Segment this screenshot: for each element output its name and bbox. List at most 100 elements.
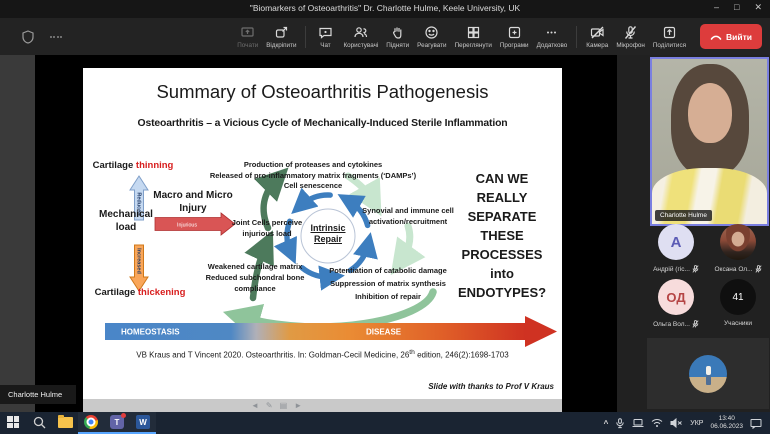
participant-tile[interactable]: А Андрій (гіс... [653,224,699,273]
next-slide-icon: ► [294,401,302,411]
macro-micro-injury-label: Macro and MicroInjury [147,189,239,215]
slide-citation: VB Kraus and T Vincent 2020. Osteoarthri… [83,349,562,360]
meeting-main-area: Reduced Increased Injurious [0,55,770,412]
chat-button[interactable]: Чат [311,25,339,49]
shared-screen-area: Reduced Increased Injurious [35,55,617,412]
participants-button[interactable]: Користувачі [339,25,382,49]
camera-off-icon [590,25,605,40]
pen-tool-icon: ✎ [266,401,273,411]
catabolic-damage-label: Potentiation of catabolic damage Suppres… [325,264,451,303]
action-center-icon[interactable] [750,418,762,429]
tray-mic-icon[interactable] [615,418,625,429]
participant-name: Учасники [724,320,752,327]
presentation-slide: Reduced Increased Injurious [83,68,562,399]
camera-button[interactable]: Камера [582,25,612,49]
react-button[interactable]: Реагувати [413,25,450,49]
windows-taskbar: T W ^ УКР 13:40 06.06.2023 [0,412,770,434]
increased-load-arrow: Increased [130,245,148,291]
chat-icon [318,25,333,40]
tray-wifi-icon[interactable] [651,418,663,428]
svg-text:Increased: Increased [136,248,142,274]
popout-icon [274,25,289,40]
participant-tile[interactable]: ОД Ольга Вол... [653,279,699,328]
svg-text:Injurious: Injurious [177,223,197,229]
word-button[interactable]: W [130,412,156,434]
share-up-icon [662,25,677,40]
participant-list: А Андрій (гіс... Оксана Ол... ОД Ольга В… [645,224,770,328]
participants-sidebar: Charlotte Hulme А Андрій (гіс... Оксана … [617,55,770,412]
minimize-icon[interactable]: – [714,2,719,13]
windows-logo-icon [7,416,19,428]
share-button[interactable]: Поділитися [649,25,690,49]
participant-video-tile[interactable] [647,338,769,409]
mic-off-icon [623,25,638,40]
close-icon[interactable]: ✕ [754,2,762,13]
language-indicator[interactable]: УКР [690,420,703,427]
teams-button[interactable]: T [104,412,130,434]
tray-volume-muted-icon[interactable] [670,418,683,428]
connection-indicator-icon [50,36,62,38]
avatar-photo [689,355,727,393]
participants-count-badge: 41 [720,279,756,315]
mic-button[interactable]: Мікрофон [612,25,649,49]
word-icon: W [136,415,150,429]
meeting-toolbar: Почати Відкріпити Чат Користувачі Піднят… [0,18,770,55]
participants-count-tile[interactable]: 41 Учасники [720,279,756,328]
mic-muted-icon [692,320,699,328]
window-title: "Biomarkers of Osteoarthritis" Dr. Charl… [0,3,770,13]
view-button[interactable]: Переглянути [451,25,496,49]
slide-subtitle: Osteoarthritis – a Vicious Cycle of Mech… [83,118,562,129]
raise-hand-button[interactable]: Підняти [382,25,413,49]
grid-view-icon [466,25,481,40]
folder-icon [58,417,73,428]
mic-muted-icon [755,265,762,273]
cycle-arrow-synovial-to-potentiation [401,226,410,261]
speaker-face [688,83,732,143]
more-button[interactable]: Додатково [533,25,572,49]
window-titlebar: "Biomarkers of Osteoarthritis" Dr. Charl… [0,0,770,18]
unpin-button[interactable]: Відкріпити [262,25,300,49]
avatar: ОД [658,279,694,315]
prev-slide-icon: ◄ [251,401,259,411]
presenter-name-overlay: Charlotte Hulme [0,385,76,404]
search-icon [33,416,46,429]
tray-expand-icon[interactable]: ^ [604,419,609,428]
injurious-arrow: Injurious [155,213,235,235]
tray-laptop-icon[interactable] [632,418,644,428]
search-button[interactable] [26,412,52,434]
maximize-icon[interactable]: □ [734,2,739,13]
avatar-photo [720,224,756,260]
chrome-button[interactable] [78,412,104,434]
raise-hand-icon [390,25,405,40]
clock[interactable]: 13:40 06.06.2023 [710,415,743,431]
avatar: А [658,224,694,260]
shield-icon[interactable] [22,30,34,44]
cartilage-thinning-label: Cartilage thinning [85,160,181,171]
leave-meeting-button[interactable]: Вийти [700,24,762,49]
apps-button[interactable]: Програми [496,25,533,49]
svg-text:HOMEOSTASIS: HOMEOSTASIS [121,328,180,337]
participant-name: Андрій (гіс... [653,266,690,273]
cartilage-thickening-label: Cartilage thickening [85,287,195,298]
participant-tile[interactable]: Оксана Ол... [714,224,761,273]
joint-cells-label: Joint Cells perceiveinjurious load [229,218,305,239]
left-gutter [0,55,35,412]
apps-plus-icon [507,25,522,40]
production-label: Production of proteases and cytokines Re… [193,160,433,192]
weakened-matrix-label: Weakened cartilage matrix Reduced subcho… [195,261,315,294]
speaker-video-tile[interactable]: Charlotte Hulme [650,57,769,226]
smiley-icon [424,25,439,40]
svg-text:DISEASE: DISEASE [366,328,402,337]
start-button[interactable] [0,412,26,434]
participant-name: Оксана Ол... [714,266,752,273]
slide-title: Summary of Osteoarthritis Pathogenesis [83,81,562,103]
toolbar-separator [576,26,577,48]
time: 13:40 [710,415,743,423]
toolbar-separator [305,26,306,48]
teams-icon: T [110,415,124,429]
participants-icon [353,25,368,40]
start-share-button[interactable]: Почати [233,25,262,49]
participant-name: Ольга Вол... [653,321,690,328]
file-explorer-button[interactable] [52,412,78,434]
screen-icon [240,25,255,40]
